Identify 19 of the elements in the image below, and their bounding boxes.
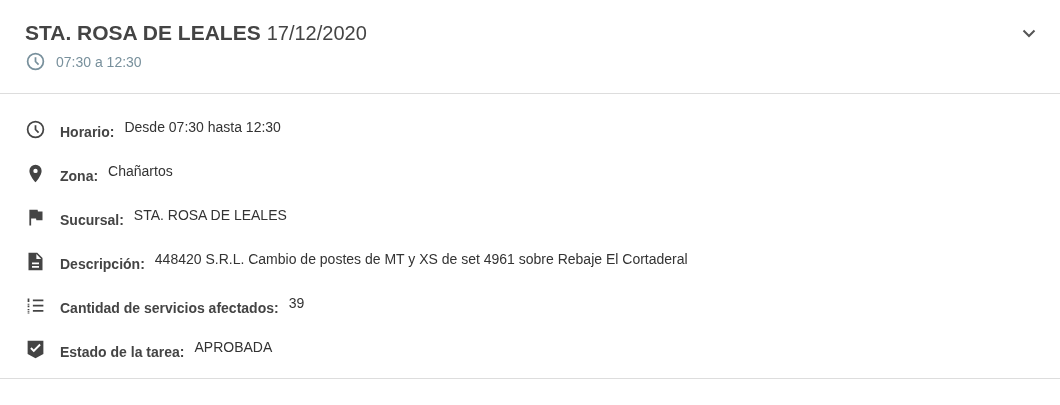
field-label: Descripción: (60, 256, 145, 272)
field-value: Chañartos (108, 163, 173, 179)
field-label: Zona: (60, 168, 99, 184)
field-label: Sucursal: (60, 212, 124, 228)
field-value: 448420 S.R.L. Cambio de postes de MT y XS de set 4961 sobre Rebaje El Cortaderal (154, 251, 688, 267)
chevron-icon[interactable] (1022, 29, 1036, 38)
time-range: 07:30 a 12:30 (56, 53, 142, 70)
field-label: Cantidad de servicios afectados: (60, 300, 279, 316)
field-value: Desde 07:30 hasta 12:30 (124, 119, 281, 135)
clock-icon (25, 51, 46, 72)
panel-title: STA. ROSA DE LEALES (25, 21, 261, 45)
field-value: STA. ROSA DE LEALES (133, 207, 287, 223)
field-value: APROBADA (194, 339, 273, 355)
shield-check-icon (25, 338, 46, 360)
clock-icon (25, 118, 46, 140)
field-label: Horario: (60, 124, 115, 140)
field-label: Estado de la tarea: (60, 344, 185, 360)
date: 17/12/2020 (266, 22, 367, 45)
field-value: 39 (288, 295, 305, 311)
